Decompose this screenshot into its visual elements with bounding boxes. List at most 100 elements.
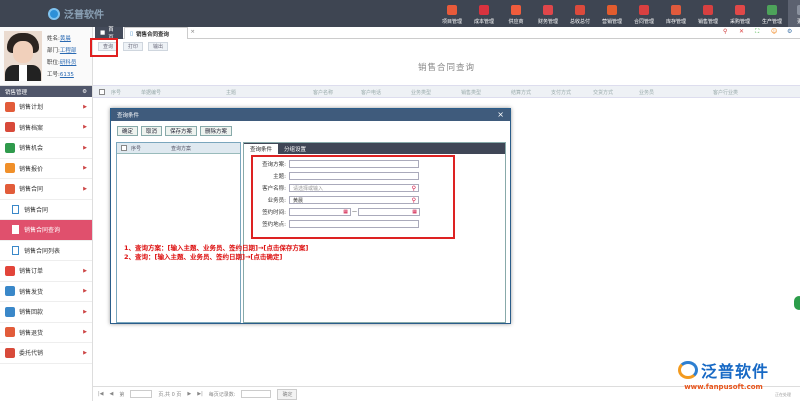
topnav-item[interactable]: 更多 [788, 0, 800, 27]
column-header[interactable]: 单据编号 [141, 89, 161, 96]
sidebar-item[interactable]: 销售退货 ▶ [0, 323, 92, 343]
menu-icon [5, 347, 15, 358]
column-header[interactable]: 结算方式 [511, 89, 531, 96]
menu-icon [5, 101, 15, 112]
topnav-label: 合同管理 [633, 19, 654, 25]
sidebar-label: 委托代销 [19, 350, 44, 358]
chevron-right-icon: ▶ [83, 267, 87, 274]
topnav-item[interactable]: 采购管理 [724, 0, 756, 27]
tab-current[interactable]: ▯ 销售合同查询 × [124, 27, 195, 39]
page-input[interactable] [130, 390, 153, 398]
sidebar: 姓名:黄晨 部门:工程部 职位:研科员 工号:6135 销售管理 ⚙ 销售计划 ▶ 销… [0, 27, 93, 401]
top-nav: 项目管理 成本管理 供应商 财务管理 总收总付 营销管理 合同管理 库存管理 销售管理 采购管理 生… [436, 0, 800, 27]
first-page-icon[interactable]: |◀ [98, 391, 104, 397]
expand-icon[interactable]: ⛶ [755, 28, 764, 37]
sidebar-item[interactable]: 销售机会 ▶ [0, 138, 92, 159]
user-id-link[interactable]: 6135 [60, 72, 74, 78]
sidebar-item[interactable]: 销售发货 ▶ [0, 282, 92, 302]
user-profile: 姓名:黄晨 部门:工程部 职位:研科员 工号:6135 [0, 27, 92, 86]
column-header[interactable]: 客户电话 [361, 89, 381, 96]
sidebar-subitem[interactable]: 销售合同查询 [0, 220, 92, 241]
topnav-item[interactable]: 供应商 [500, 0, 532, 27]
sidebar-item[interactable]: 销售档案 ▶ [0, 118, 92, 138]
menu-icon [5, 183, 15, 194]
export-button[interactable]: 输出 [148, 42, 169, 51]
column-header[interactable]: 业务类型 [411, 89, 431, 96]
column-header[interactable]: 业务员 [639, 89, 654, 96]
user-dept-link[interactable]: 工程部 [60, 48, 77, 54]
id-label: 工号: [47, 72, 60, 78]
topnav-item[interactable]: 合同管理 [628, 0, 660, 27]
per-page-select[interactable] [241, 390, 272, 398]
avatar [4, 31, 42, 81]
sidebar-item[interactable]: 销售计划 ▶ [0, 97, 92, 118]
tab-current-label: 销售合同查询 [136, 31, 170, 38]
watermark-name: 泛普软件 [701, 362, 770, 381]
topnav-item[interactable]: 销售管理 [692, 0, 724, 27]
sidebar-item[interactable]: 销售回款 ▶ [0, 302, 92, 323]
module-icon [479, 5, 489, 15]
sidebar-label: 销售合同 [19, 186, 44, 194]
sidebar-label: 销售退货 [19, 329, 44, 337]
topnav-item[interactable]: 库存管理 [660, 0, 692, 27]
topnav-item[interactable]: 生产管理 [756, 0, 788, 27]
instructions: 1、查询方案：[输入主题、业务员、签约日期]→[点击保存方案] 2、查询：[输入… [124, 244, 308, 262]
user-icon[interactable]: ☺ [771, 28, 780, 37]
column-header[interactable]: 销售类型 [461, 89, 481, 96]
topnav-label: 总收总付 [569, 19, 590, 25]
top-bar: 泛普软件 项目管理 成本管理 供应商 财务管理 总收总付 营销管理 合同管理 库存管理 销售管理… [0, 0, 800, 27]
save-scheme-button[interactable]: 保存方案 [165, 126, 198, 136]
sidebar-item[interactable]: 销售合同 ▶ [0, 179, 92, 200]
column-header[interactable]: 支付方式 [551, 89, 571, 96]
menu-icon [5, 122, 15, 133]
user-role-link[interactable]: 研科员 [60, 60, 77, 66]
last-page-icon[interactable]: ▶| [197, 391, 203, 397]
side-float-button[interactable] [794, 296, 800, 310]
watermark-logo-icon [678, 361, 698, 379]
column-header[interactable]: 序号 [111, 89, 121, 96]
tab-bar: ■ 首页 ▯ 销售合同查询 × ⚲ ✕ ⛶ ☺ ⚙ [93, 27, 800, 41]
refresh-icon[interactable]: ✕ [739, 28, 748, 37]
sidebar-label: 销售回款 [19, 309, 44, 317]
sidebar-subitem[interactable]: 销售合同列表 [0, 240, 92, 261]
sidebar-item[interactable]: 委托代销 ▶ [0, 343, 92, 364]
delete-scheme-button[interactable]: 删除方案 [200, 126, 233, 136]
tab-query-conditions[interactable]: 查询条件 [244, 144, 279, 154]
topnav-item[interactable]: 项目管理 [436, 0, 468, 27]
cancel-button[interactable]: 取消 [141, 126, 163, 136]
seq-header: 序号 [131, 145, 142, 152]
topnav-item[interactable]: 营销管理 [596, 0, 628, 27]
sidebar-header: 销售管理 ⚙ [0, 86, 92, 97]
sidebar-label: 销售发货 [19, 288, 44, 296]
topnav-item[interactable]: 总收总付 [564, 0, 596, 27]
search-icon[interactable]: ⚲ [723, 28, 732, 37]
page-title: 销售合同查询 [417, 63, 475, 73]
close-icon[interactable]: × [497, 110, 504, 119]
pager-confirm-button[interactable]: 确定 [277, 388, 298, 400]
column-header[interactable]: 客户名称 [313, 89, 333, 96]
sidebar-item[interactable]: 销售报价 ▶ [0, 159, 92, 179]
column-header[interactable]: 客户行业类 [713, 89, 738, 96]
scheme-list: 序号 查询方案 [116, 142, 241, 323]
scheme-select-all-checkbox[interactable] [121, 145, 127, 151]
gear-icon[interactable]: ⚙ [82, 89, 87, 95]
column-header[interactable]: 主题 [226, 89, 236, 96]
select-all-checkbox[interactable] [99, 89, 105, 95]
close-icon[interactable]: × [190, 29, 195, 35]
topnav-item[interactable]: 财务管理 [532, 0, 564, 27]
chevron-right-icon: ▶ [83, 185, 87, 192]
chevron-right-icon: ▶ [83, 124, 87, 131]
sidebar-item[interactable]: 销售订单 ▶ [0, 261, 92, 282]
tab-group-settings[interactable]: 分组设置 [278, 144, 312, 154]
user-name-link[interactable]: 黄晨 [60, 36, 71, 42]
confirm-button[interactable]: 确定 [117, 126, 139, 136]
sidebar-subitem[interactable]: 销售合同 [0, 199, 92, 220]
next-page-icon[interactable]: ▶ [187, 391, 191, 397]
topnav-item[interactable]: 成本管理 [468, 0, 500, 27]
highlight-box-fields [251, 155, 455, 239]
column-header[interactable]: 交货方式 [593, 89, 613, 96]
settings-icon[interactable]: ⚙ [787, 28, 796, 37]
role-label: 职位: [47, 60, 60, 66]
prev-page-icon[interactable]: ◀ [110, 391, 114, 397]
print-button[interactable]: 打印 [123, 42, 144, 51]
